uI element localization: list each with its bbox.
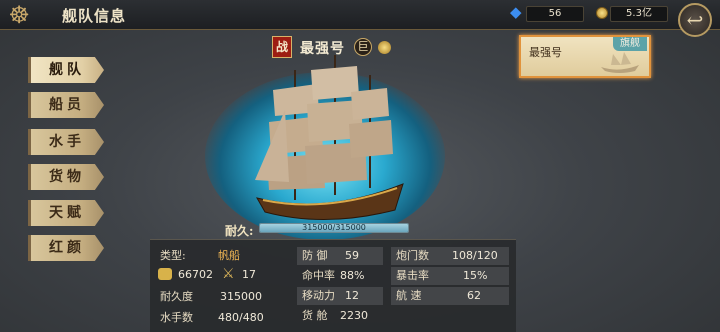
durability-stat-label: 耐久度: [160, 290, 193, 303]
rank-coin-icon: [378, 41, 391, 54]
gunports-value: 108/120: [452, 249, 498, 262]
ship-name: 最强号: [300, 41, 345, 57]
type-value: 帆船: [218, 249, 240, 262]
nav-crew[interactable]: 船员: [28, 92, 104, 118]
defense-label: 防 御: [302, 249, 328, 262]
accuracy-label: 命中率: [302, 269, 335, 282]
nav-fleet[interactable]: 舰队: [28, 57, 104, 83]
gold-coin-icon: [596, 7, 608, 19]
back-arrow-icon: ↩: [686, 8, 704, 32]
durability-label: 耐久:: [225, 224, 254, 238]
gunports-label: 炮门数: [396, 249, 429, 262]
nav-cargo[interactable]: 货物: [28, 164, 104, 190]
flagship-tag: 旗舰: [613, 37, 647, 51]
sailors-label: 水手数: [160, 311, 193, 324]
cargo-label: 货 舱: [302, 309, 328, 322]
ship-grade-badge: 巨: [354, 38, 372, 56]
gold-count: 5.3亿: [610, 6, 668, 22]
back-button[interactable]: ↩: [678, 3, 712, 37]
ship-thumbnail-icon: [601, 52, 639, 73]
crit-value: 15%: [463, 269, 488, 282]
battle-tag: 战: [272, 36, 292, 58]
crit-label: 暴击率: [396, 269, 429, 282]
nav-beauty[interactable]: 红颜: [28, 235, 104, 261]
nav-talent[interactable]: 天赋: [28, 200, 104, 226]
type-label: 类型:: [160, 249, 186, 262]
crossed-swords-icon: ⚔: [222, 266, 235, 282]
page-title: 舰队信息: [62, 7, 127, 25]
ship-illustration: [255, 55, 404, 220]
gem-icon: ◆: [510, 3, 522, 21]
mobility-value: 12: [345, 289, 359, 302]
top-bar: ☸ 舰队信息 ◆ 56 5.3亿: [0, 0, 720, 30]
defense-value: 59: [345, 249, 359, 262]
accuracy-value: 88%: [340, 269, 365, 282]
nav-sailors[interactable]: 水手: [28, 129, 104, 155]
speed-value: 62: [467, 289, 481, 302]
durability-stat-value: 315000: [220, 290, 262, 303]
gem-count: 56: [526, 6, 584, 22]
durability-text: 315000/315000: [302, 223, 366, 232]
speed-label: 航 速: [396, 289, 422, 302]
sailors-value: 480/480: [218, 311, 264, 324]
ship-wheel-icon: ☸: [8, 1, 30, 29]
attack-value: 17: [242, 268, 256, 281]
food-value: 66702: [178, 268, 213, 281]
cargo-value: 2230: [340, 309, 368, 322]
card-ship-name: 最强号: [529, 46, 562, 59]
flagship-card[interactable]: 最强号 旗舰: [519, 35, 651, 78]
mobility-label: 移动力: [302, 289, 335, 302]
food-icon: [158, 268, 172, 280]
